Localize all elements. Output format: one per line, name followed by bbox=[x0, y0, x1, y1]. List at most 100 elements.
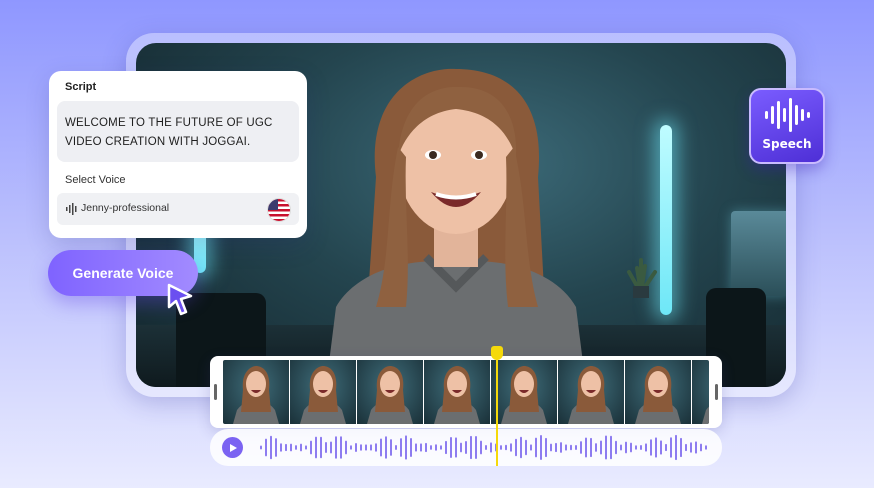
waveform-bar bbox=[705, 445, 707, 450]
waveform-bar bbox=[610, 435, 612, 460]
waveform-bar bbox=[620, 444, 622, 451]
waveform-bar bbox=[465, 440, 467, 455]
play-icon bbox=[229, 443, 237, 452]
waveform-bar bbox=[630, 442, 632, 453]
timeline-frame bbox=[290, 360, 356, 424]
waveform-bar bbox=[375, 443, 377, 452]
waveform-bar bbox=[625, 441, 627, 454]
waveform-bar bbox=[575, 445, 577, 450]
waveform-bar bbox=[540, 435, 542, 460]
waveform-bar bbox=[350, 445, 352, 450]
waveform-bar bbox=[290, 443, 292, 452]
waveform-bar bbox=[515, 438, 517, 457]
waveform-bar bbox=[520, 436, 522, 459]
plant-image bbox=[627, 258, 657, 298]
waveform-bar bbox=[420, 443, 422, 452]
waveform-bar bbox=[305, 445, 307, 450]
waveform-bar bbox=[690, 442, 692, 453]
script-card: Script WELCOME TO THE FUTURE OF UGC VIDE… bbox=[49, 71, 307, 238]
timeline-frames bbox=[223, 360, 709, 424]
voice-wave-icon bbox=[66, 203, 77, 215]
script-input[interactable]: WELCOME TO THE FUTURE OF UGC VIDEO CREAT… bbox=[57, 101, 299, 162]
waveform-bar bbox=[615, 440, 617, 455]
play-button[interactable] bbox=[222, 437, 243, 458]
waveform-bar bbox=[275, 438, 277, 457]
waveform-bar bbox=[270, 435, 272, 460]
waveform-bar bbox=[480, 440, 482, 455]
audio-waveform bbox=[260, 434, 707, 461]
waveform-bar bbox=[435, 444, 437, 451]
waveform-bar bbox=[330, 441, 332, 454]
waveform-bar bbox=[455, 437, 457, 458]
timeline-frame bbox=[692, 360, 709, 424]
voice-select-dropdown[interactable]: Jenny-professional bbox=[57, 193, 299, 225]
audio-track[interactable] bbox=[210, 429, 722, 466]
waveform-bar bbox=[550, 443, 552, 452]
waveform-bar bbox=[530, 444, 532, 451]
speech-badge: Speech bbox=[749, 88, 825, 164]
voice-name: Jenny-professional bbox=[81, 202, 170, 214]
timeline-frame bbox=[223, 360, 289, 424]
waveform-bar bbox=[545, 437, 547, 458]
us-flag-icon bbox=[267, 198, 291, 222]
waveform-bar bbox=[410, 437, 412, 458]
waveform-bar bbox=[590, 437, 592, 458]
waveform-bar bbox=[315, 436, 317, 459]
waveform-bar bbox=[310, 440, 312, 455]
waveform-bar bbox=[430, 445, 432, 450]
waveform-bar bbox=[445, 440, 447, 455]
waveform-bar bbox=[475, 435, 477, 460]
waveform-bar bbox=[600, 440, 602, 455]
waveform-bar bbox=[655, 437, 657, 458]
waveform-bar bbox=[595, 443, 597, 452]
waveform-bar bbox=[385, 436, 387, 459]
waveform-bar bbox=[695, 441, 697, 454]
waveform-bar bbox=[680, 437, 682, 458]
waveform-bar bbox=[660, 440, 662, 455]
waveform-bar bbox=[570, 444, 572, 451]
waveform-bar bbox=[535, 437, 537, 458]
waveform-bar bbox=[440, 445, 442, 450]
waveform-bar bbox=[260, 445, 262, 450]
waveform-bar bbox=[470, 435, 472, 460]
waveform-bar bbox=[405, 435, 407, 460]
waveform-bar bbox=[400, 438, 402, 457]
waveform-bar bbox=[665, 443, 667, 452]
waveform-bar bbox=[370, 444, 372, 451]
waveform-bar bbox=[525, 439, 527, 456]
waveform-bar bbox=[325, 442, 327, 453]
waveform-bar bbox=[485, 444, 487, 451]
waveform-bar bbox=[500, 445, 502, 450]
waveform-bar bbox=[265, 438, 267, 457]
waveform-bar bbox=[320, 436, 322, 459]
waveform-bar bbox=[510, 443, 512, 452]
waveform-bar bbox=[390, 439, 392, 456]
waveform-bar bbox=[490, 442, 492, 453]
waveform-bar bbox=[605, 435, 607, 460]
video-timeline[interactable] bbox=[210, 356, 722, 428]
waveform-bar bbox=[415, 443, 417, 452]
timeline-frame bbox=[491, 360, 557, 424]
sound-wave-icon bbox=[765, 98, 810, 132]
trim-handle-left[interactable] bbox=[214, 384, 217, 400]
waveform-bar bbox=[670, 437, 672, 458]
timeline-frame bbox=[424, 360, 490, 424]
script-text: WELCOME TO THE FUTURE OF UGC VIDEO CREAT… bbox=[65, 117, 273, 148]
waveform-bar bbox=[565, 444, 567, 451]
waveform-bar bbox=[675, 434, 677, 461]
script-label: Script bbox=[65, 81, 97, 93]
waveform-bar bbox=[685, 443, 687, 452]
waveform-bar bbox=[555, 442, 557, 453]
waveform-bar bbox=[340, 436, 342, 459]
presenter-image bbox=[326, 68, 586, 387]
timeline-frame bbox=[357, 360, 423, 424]
waveform-bar bbox=[450, 437, 452, 458]
cursor-arrow-icon bbox=[167, 283, 193, 316]
waveform-bar bbox=[285, 443, 287, 452]
trim-handle-right[interactable] bbox=[715, 384, 718, 400]
timeline-frame bbox=[558, 360, 624, 424]
waveform-bar bbox=[395, 444, 397, 451]
playhead-handle[interactable] bbox=[491, 346, 503, 360]
waveform-bar bbox=[355, 443, 357, 452]
waveform-bar bbox=[380, 438, 382, 457]
